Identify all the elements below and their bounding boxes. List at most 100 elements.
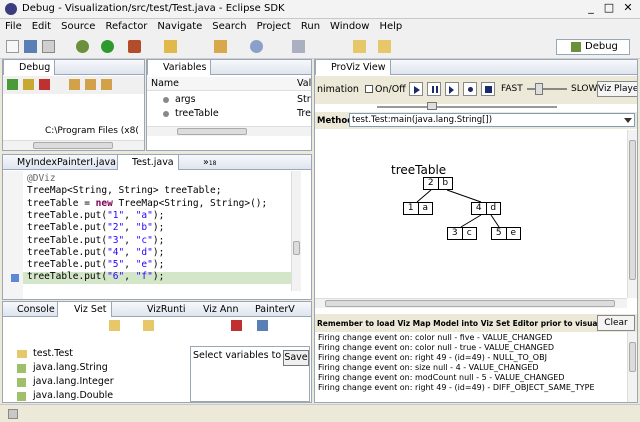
tree-node[interactable]: 2b bbox=[423, 177, 453, 190]
play-button[interactable] bbox=[409, 82, 423, 96]
editor-vscroll[interactable] bbox=[291, 171, 301, 291]
perspective-debug-button[interactable]: Debug bbox=[556, 39, 630, 55]
tree-node[interactable]: 3c bbox=[447, 227, 477, 240]
log-vscroll[interactable] bbox=[627, 332, 637, 402]
expand-icon[interactable] bbox=[109, 320, 120, 331]
debug-process-path[interactable]: C:\Program Files (x8( bbox=[45, 126, 139, 136]
record-button[interactable] bbox=[463, 82, 477, 96]
terminate-icon[interactable] bbox=[39, 79, 50, 90]
external-tools-icon[interactable] bbox=[128, 40, 141, 53]
speed-slider[interactable] bbox=[527, 83, 567, 95]
resume-icon[interactable] bbox=[7, 79, 18, 90]
tab-painterv[interactable]: PainterV bbox=[243, 302, 299, 317]
method-select[interactable]: test.Test:main(java.lang.String[]) bbox=[349, 113, 635, 127]
menu-window[interactable]: Window bbox=[325, 19, 374, 35]
debug-hscroll[interactable] bbox=[3, 140, 144, 150]
step-button[interactable] bbox=[445, 82, 459, 96]
search-icon[interactable] bbox=[250, 40, 263, 53]
tree-node[interactable]: 4d bbox=[471, 202, 501, 215]
new-icon[interactable] bbox=[6, 40, 19, 53]
suspend-icon[interactable] bbox=[23, 79, 34, 90]
menu-run[interactable]: Run bbox=[296, 19, 325, 35]
timeline-thumb[interactable] bbox=[427, 102, 437, 110]
menu-file[interactable]: File bbox=[0, 19, 27, 35]
onoff-checkbox[interactable] bbox=[365, 85, 373, 93]
tree-item-test[interactable]: test.Test bbox=[19, 348, 73, 359]
stop-button[interactable] bbox=[481, 82, 495, 96]
clear-button[interactable]: Clear bbox=[597, 315, 635, 331]
fast-view-icon[interactable] bbox=[8, 409, 18, 419]
run-icon[interactable] bbox=[101, 40, 114, 53]
code-line[interactable]: @DViz bbox=[27, 173, 56, 184]
menu-source[interactable]: Source bbox=[56, 19, 100, 35]
menu-navigate[interactable]: Navigate bbox=[152, 19, 207, 35]
variables-hscroll[interactable] bbox=[147, 126, 311, 136]
tab-console[interactable]: Console bbox=[3, 302, 59, 317]
tab-variables[interactable]: Variables bbox=[147, 60, 212, 75]
minimize-button[interactable]: _ bbox=[583, 1, 599, 15]
tab-test-java[interactable]: Test.java bbox=[117, 155, 179, 170]
next-annotation-icon[interactable] bbox=[292, 40, 305, 53]
variables-hscroll-thumb[interactable] bbox=[177, 128, 247, 135]
speed-slider-thumb[interactable] bbox=[535, 83, 543, 95]
tree-node[interactable]: 1a bbox=[403, 202, 433, 215]
open-type-icon[interactable] bbox=[214, 40, 227, 53]
tree-item-string[interactable]: java.lang.String bbox=[19, 362, 108, 373]
forward-icon[interactable] bbox=[378, 40, 391, 53]
code-line[interactable]: treeTable = new TreeMap<String, String>(… bbox=[27, 198, 267, 209]
canvas-hscroll-thumb[interactable] bbox=[325, 300, 615, 307]
tab-debug[interactable]: Debug bbox=[3, 60, 56, 75]
canvas-hscroll[interactable] bbox=[315, 298, 627, 308]
save-icon[interactable] bbox=[24, 40, 37, 53]
step-into-icon[interactable] bbox=[69, 79, 80, 90]
canvas-vscroll[interactable] bbox=[627, 130, 637, 298]
code-line[interactable]: treeTable.put("2", "b"); bbox=[27, 222, 164, 233]
delete-icon[interactable] bbox=[231, 320, 242, 331]
step-over-icon[interactable] bbox=[85, 79, 96, 90]
code-line[interactable]: treeTable.put("4", "d"); bbox=[27, 247, 164, 258]
editor-vscroll-thumb[interactable] bbox=[293, 241, 300, 255]
save-button[interactable]: Save bbox=[283, 350, 309, 366]
tab-myindexpainter[interactable]: MyIndexPainterI.java bbox=[3, 155, 120, 170]
new-java-project-icon[interactable] bbox=[164, 40, 177, 53]
code-line[interactable]: treeTable.put("1", "a"); bbox=[27, 210, 164, 221]
tree-node[interactable]: 5e bbox=[491, 227, 521, 240]
col-value-header[interactable]: Valu bbox=[297, 78, 311, 89]
code-line[interactable]: treeTable.put("5", "e"); bbox=[27, 259, 164, 270]
back-icon[interactable] bbox=[353, 40, 366, 53]
step-return-icon[interactable] bbox=[101, 79, 112, 90]
info-icon[interactable] bbox=[257, 320, 268, 331]
log-vscroll-thumb[interactable] bbox=[629, 342, 636, 372]
variable-list-box[interactable]: Select variables to list Save bbox=[190, 346, 310, 402]
col-name-header[interactable]: Name bbox=[151, 78, 179, 89]
maximize-button[interactable]: □ bbox=[601, 1, 617, 15]
code-line[interactable]: treeTable.put("6", "f"); bbox=[27, 271, 164, 282]
tab-viz-set[interactable]: Viz Set bbox=[57, 302, 112, 317]
tab-vizruntime[interactable]: VizRunti bbox=[131, 302, 190, 317]
debug-icon[interactable] bbox=[76, 40, 89, 53]
viz-player-button[interactable]: Viz Player bbox=[597, 81, 637, 97]
variable-row[interactable]: args Stri bbox=[147, 93, 311, 107]
code-line[interactable]: treeTable.put("3", "c"); bbox=[27, 235, 164, 246]
menu-search[interactable]: Search bbox=[207, 19, 251, 35]
tree-item-double[interactable]: java.lang.Double bbox=[19, 390, 113, 401]
close-button[interactable]: ✕ bbox=[620, 1, 636, 15]
tab-viz-ann[interactable]: Viz Ann bbox=[189, 302, 242, 317]
tree-item-integer[interactable]: java.lang.Integer bbox=[19, 376, 114, 387]
viz-canvas[interactable]: treeTable 2b 1a 4d 3c 5e bbox=[315, 130, 627, 298]
print-icon[interactable] bbox=[42, 40, 55, 53]
timeline-slider[interactable] bbox=[317, 102, 637, 110]
canvas-vscroll-thumb[interactable] bbox=[629, 140, 636, 280]
menu-project[interactable]: Project bbox=[252, 19, 296, 35]
menu-edit[interactable]: Edit bbox=[27, 19, 56, 35]
code-line[interactable]: TreeMap<String, String> treeTable; bbox=[27, 185, 221, 196]
add-icon[interactable] bbox=[143, 320, 154, 331]
menu-refactor[interactable]: Refactor bbox=[100, 19, 152, 35]
editor-overflow[interactable]: »18 bbox=[199, 155, 220, 170]
pause-button[interactable] bbox=[427, 82, 441, 96]
event-log[interactable]: Firing change event on: color null - fiv… bbox=[315, 332, 627, 402]
debug-hscroll-thumb[interactable] bbox=[33, 142, 113, 149]
menu-help[interactable]: Help bbox=[374, 19, 407, 35]
variable-row[interactable]: treeTable Tree bbox=[147, 107, 311, 121]
tab-proviz[interactable]: ProViz View bbox=[315, 60, 391, 75]
